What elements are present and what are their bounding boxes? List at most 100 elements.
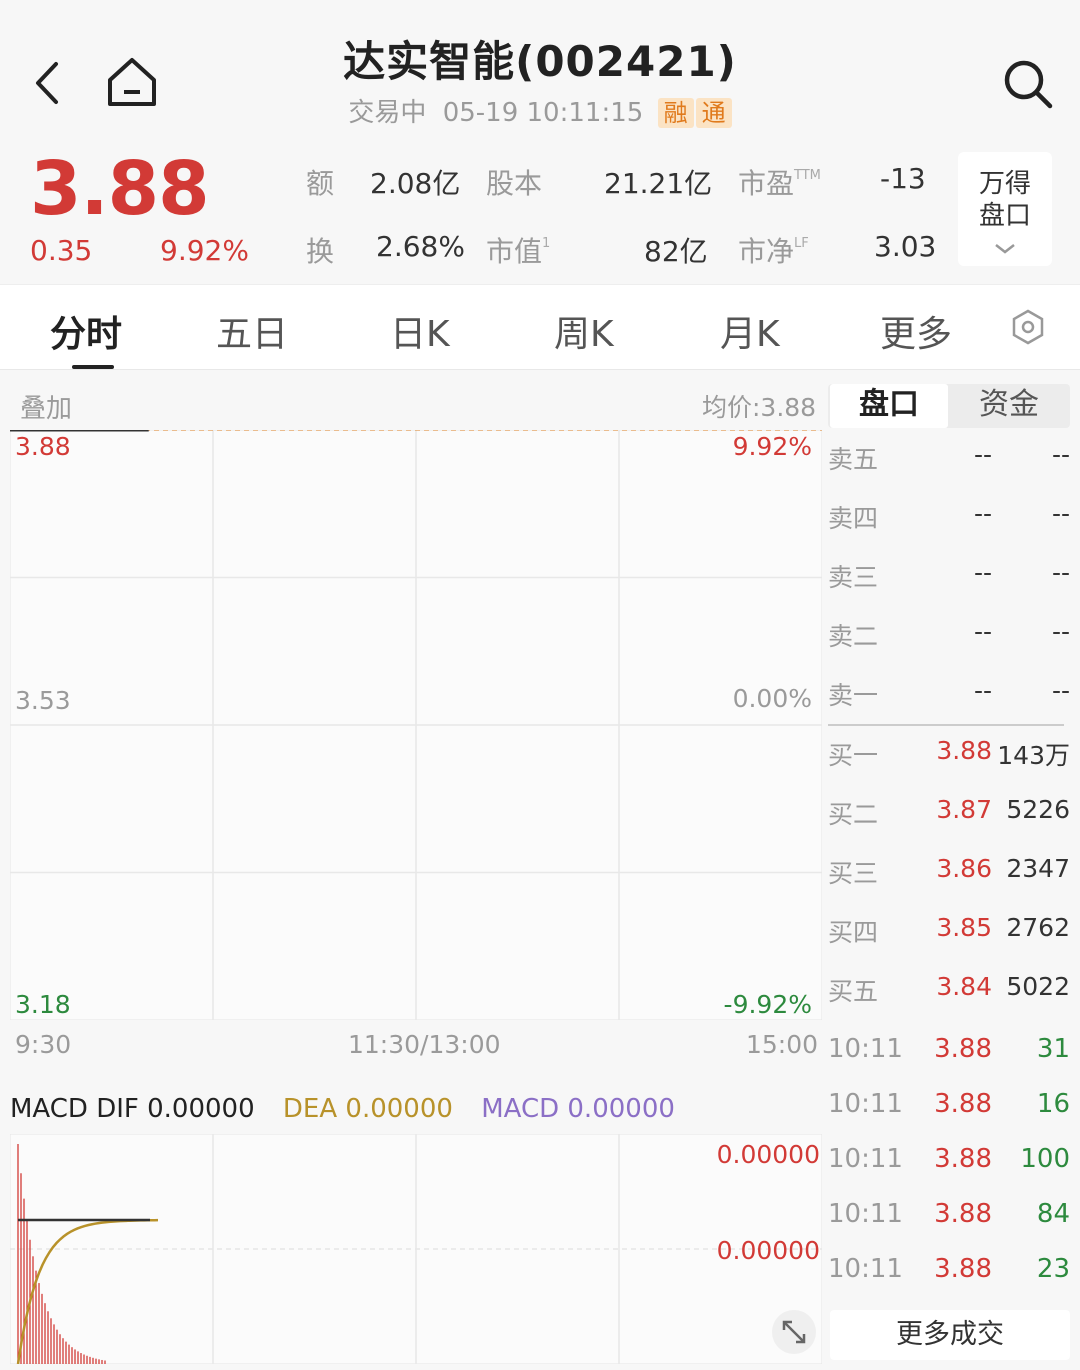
trade-time: 10:11 [828, 1144, 903, 1174]
y-label-pct-high: 9.92% [732, 432, 812, 461]
active-tab-indicator [72, 365, 114, 369]
level-volume: -- [1051, 440, 1070, 469]
level-price: -- [973, 440, 992, 469]
ask-row[interactable]: 卖四 -- -- [828, 499, 1070, 539]
level-price: 3.87 [936, 795, 992, 824]
tab-intraday[interactable]: 分时 [50, 305, 122, 357]
stat-sup: LF [794, 236, 809, 251]
trade-time: 10:11 [828, 1034, 903, 1064]
pankou-line2: 盘口 [978, 201, 1031, 231]
y-label-mid: 3.53 [15, 686, 71, 715]
level-label: 卖二 [828, 622, 879, 651]
x-label-close: 15:00 [745, 1030, 818, 1059]
header: 达实智能(002421) 交易中 05-19 10:11:15 融通 [0, 0, 1080, 140]
bid-row[interactable]: 买三 3.86 2347 [828, 854, 1070, 894]
macd-chart[interactable] [10, 1134, 822, 1364]
bid-row[interactable]: 买五 3.84 5022 [828, 972, 1070, 1012]
trade-volume: 31 [1036, 1034, 1070, 1064]
stat-pe: 市盈TTM [738, 162, 821, 202]
level-label: 买五 [828, 977, 879, 1006]
level-label: 买四 [828, 918, 879, 947]
chart-tabs: 分时 五日 日K 周K 月K 更多 [0, 284, 1080, 370]
x-label-open: 9:30 [15, 1030, 72, 1059]
trade-datetime: 05-19 10:11:15 [442, 98, 644, 128]
last-price: 3.88 [30, 146, 210, 232]
stat-amount: 额 [306, 162, 334, 202]
y-label-pct-low: -9.92% [723, 990, 812, 1019]
level-volume: -- [1051, 558, 1070, 587]
expand-chart-button[interactable] [772, 1310, 816, 1354]
level-price: 3.85 [936, 913, 992, 942]
stat-label: 额 [306, 167, 335, 200]
y-label-high: 3.88 [15, 432, 71, 461]
ask-row[interactable]: 卖二 -- -- [828, 617, 1070, 657]
stat-sup: 1 [542, 236, 551, 251]
level-volume: 143万 [997, 741, 1070, 770]
trade-row: 10:11 3.88 16 [828, 1089, 1070, 1129]
bid-row[interactable]: 买二 3.87 5226 [828, 795, 1070, 835]
trade-volume: 23 [1036, 1254, 1070, 1284]
trade-time: 10:11 [828, 1199, 903, 1229]
more-trades-button[interactable]: 更多成交 [830, 1310, 1070, 1360]
tab-pankou[interactable]: 盘口 [830, 384, 948, 428]
tab-monthly-k[interactable]: 月K [720, 305, 780, 357]
pankou-line1: 万得 [978, 169, 1031, 199]
trade-price: 3.88 [934, 1034, 992, 1064]
stat-mktcap-value: 82亿 [644, 235, 708, 268]
level-label: 买二 [828, 800, 879, 829]
stat-label: 股本 [486, 167, 543, 200]
level-price: -- [973, 676, 992, 705]
bid-row[interactable]: 买四 3.85 2762 [828, 913, 1070, 953]
tab-weekly-k[interactable]: 周K [554, 305, 614, 357]
price-change-pct: 9.92% [160, 234, 249, 267]
macd-value: MACD 0.00000 [481, 1094, 675, 1124]
average-price: 均价:3.88 [702, 393, 817, 422]
settings-icon [1012, 309, 1044, 345]
level-price: 3.84 [936, 972, 992, 1001]
tab-funds[interactable]: 资金 [950, 384, 1068, 428]
stat-turnover-value: 2.68% [376, 230, 465, 263]
tab-five-day[interactable]: 五日 [216, 305, 288, 357]
trade-price: 3.88 [934, 1199, 992, 1229]
stat-shares-value: 21.21亿 [604, 167, 713, 200]
ask-row[interactable]: 卖五 -- -- [828, 440, 1070, 480]
macd-dif: MACD DIF 0.00000 [10, 1094, 255, 1124]
trade-row: 10:11 3.88 84 [828, 1199, 1070, 1239]
level-label: 卖五 [828, 445, 879, 474]
level-volume: 2347 [1006, 854, 1070, 883]
bid-row[interactable]: 买一 3.88 143万 [828, 736, 1070, 776]
level-volume: -- [1051, 499, 1070, 528]
tab-daily-k[interactable]: 日K [390, 305, 450, 357]
ask-row[interactable]: 卖三 -- -- [828, 558, 1070, 598]
level-price: -- [973, 558, 992, 587]
intraday-chart[interactable] [10, 430, 822, 1020]
macd-scale-mid: 0.00000 [716, 1236, 820, 1265]
stat-pb-value: 3.03 [874, 230, 937, 263]
level-volume: -- [1051, 617, 1070, 646]
trade-row: 10:11 3.88 23 [828, 1254, 1070, 1294]
margin-tag[interactable]: 融 [657, 98, 694, 128]
stat-label: 市净 [738, 235, 795, 268]
overlay-button[interactable]: 叠加 [20, 388, 72, 425]
level-volume: 5226 [1006, 795, 1070, 824]
level-label: 卖三 [828, 563, 879, 592]
stat-mktcap: 市值1 [486, 230, 550, 270]
stat-sup: TTM [794, 168, 821, 183]
level-price: 3.88 [936, 736, 992, 765]
tab-more[interactable]: 更多 [880, 305, 952, 357]
level-label: 卖四 [828, 504, 879, 533]
connect-tag[interactable]: 通 [695, 98, 732, 128]
level-label: 买一 [828, 741, 879, 770]
search-button[interactable] [1000, 56, 1056, 112]
ask-row[interactable]: 卖一 -- -- [828, 676, 1070, 716]
x-label-midday: 11:30/13:00 [348, 1030, 501, 1059]
level-price: -- [973, 499, 992, 528]
stat-pe-value: -13 [880, 162, 926, 195]
wind-pankou-button[interactable]: 万得 盘口 [958, 152, 1052, 266]
chart-settings-button[interactable] [1010, 309, 1046, 349]
stat-turnover: 换 [306, 230, 334, 270]
level-price: 3.86 [936, 854, 992, 883]
price-change: 0.35 [30, 234, 93, 267]
macd-legend: MACD DIF 0.00000 DEA 0.00000 MACD 0.0000… [10, 1094, 675, 1124]
trade-price: 3.88 [934, 1144, 992, 1174]
